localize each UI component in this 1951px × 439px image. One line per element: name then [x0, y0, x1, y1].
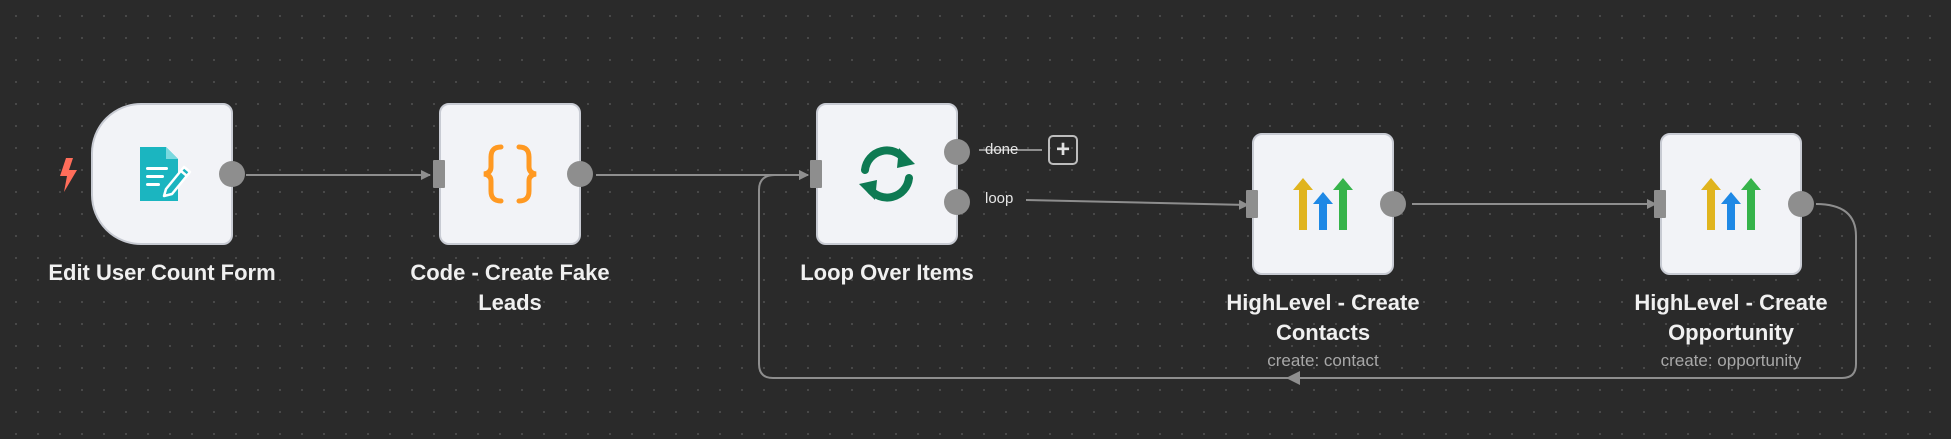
highlevel-logo-icon: [1291, 172, 1355, 236]
output-label-done: done: [985, 141, 1019, 158]
node-title-line: HighLevel - Create: [1226, 290, 1420, 315]
node-subtitle-highlevel-create-contacts: create: contact: [1267, 351, 1379, 370]
output-port[interactable]: [1380, 191, 1406, 217]
form-edit-icon: [130, 142, 194, 206]
highlevel-logo-icon: [1699, 172, 1763, 236]
output-port[interactable]: [567, 161, 593, 187]
connection-loop-to-contacts[interactable]: [1025, 199, 1249, 210]
input-port[interactable]: [433, 160, 445, 188]
input-port[interactable]: [1654, 190, 1666, 218]
node-title-highlevel-create-contacts: HighLevel - Create Contacts: [1193, 288, 1453, 348]
node-title-highlevel-create-opportunity: HighLevel - Create Opportunity: [1601, 288, 1861, 348]
output-port[interactable]: [219, 161, 245, 187]
node-title-line: Edit User Count Form: [48, 260, 276, 285]
node-title-loop-over-items: Loop Over Items: [757, 258, 1017, 288]
node-loop-over-items[interactable]: [810, 103, 970, 245]
node-title-edit-user-count-form: Edit User Count Form: [32, 258, 292, 288]
node-title-line: Leads: [478, 290, 542, 315]
loopback-arrowhead: [1286, 371, 1300, 385]
node-subtitle-highlevel-create-opportunity: create: opportunity: [1660, 351, 1802, 370]
input-port[interactable]: [810, 160, 822, 188]
input-port[interactable]: [1246, 190, 1258, 218]
code-braces-icon: [478, 142, 542, 206]
connections-layer: [246, 149, 1857, 385]
output-label-loop: loop: [985, 190, 1014, 207]
node-code-create-fake-leads[interactable]: [433, 103, 593, 245]
node-title-line: Opportunity: [1668, 320, 1794, 345]
node-edit-user-count-form[interactable]: [91, 103, 245, 245]
refresh-loop-icon: [855, 142, 919, 206]
node-highlevel-create-contacts[interactable]: [1246, 133, 1406, 275]
workflow-canvas[interactable]: Edit User Count Form Code - Create Fake …: [0, 0, 1951, 439]
output-port-loop[interactable]: [944, 189, 970, 215]
output-port-done[interactable]: [944, 139, 970, 165]
node-title-line: Contacts: [1275, 320, 1371, 345]
trigger-lightning-icon: [57, 158, 79, 192]
node-title-line: HighLevel - Create: [1634, 290, 1828, 315]
node-title-line: Code - Create Fake: [410, 260, 610, 285]
output-port[interactable]: [1788, 191, 1814, 217]
node-title-line: Loop Over Items: [800, 260, 974, 285]
add-node-button[interactable]: +: [1048, 135, 1078, 165]
node-highlevel-create-opportunity[interactable]: [1654, 133, 1814, 275]
node-title-code-create-fake-leads: Code - Create Fake Leads: [380, 258, 640, 318]
